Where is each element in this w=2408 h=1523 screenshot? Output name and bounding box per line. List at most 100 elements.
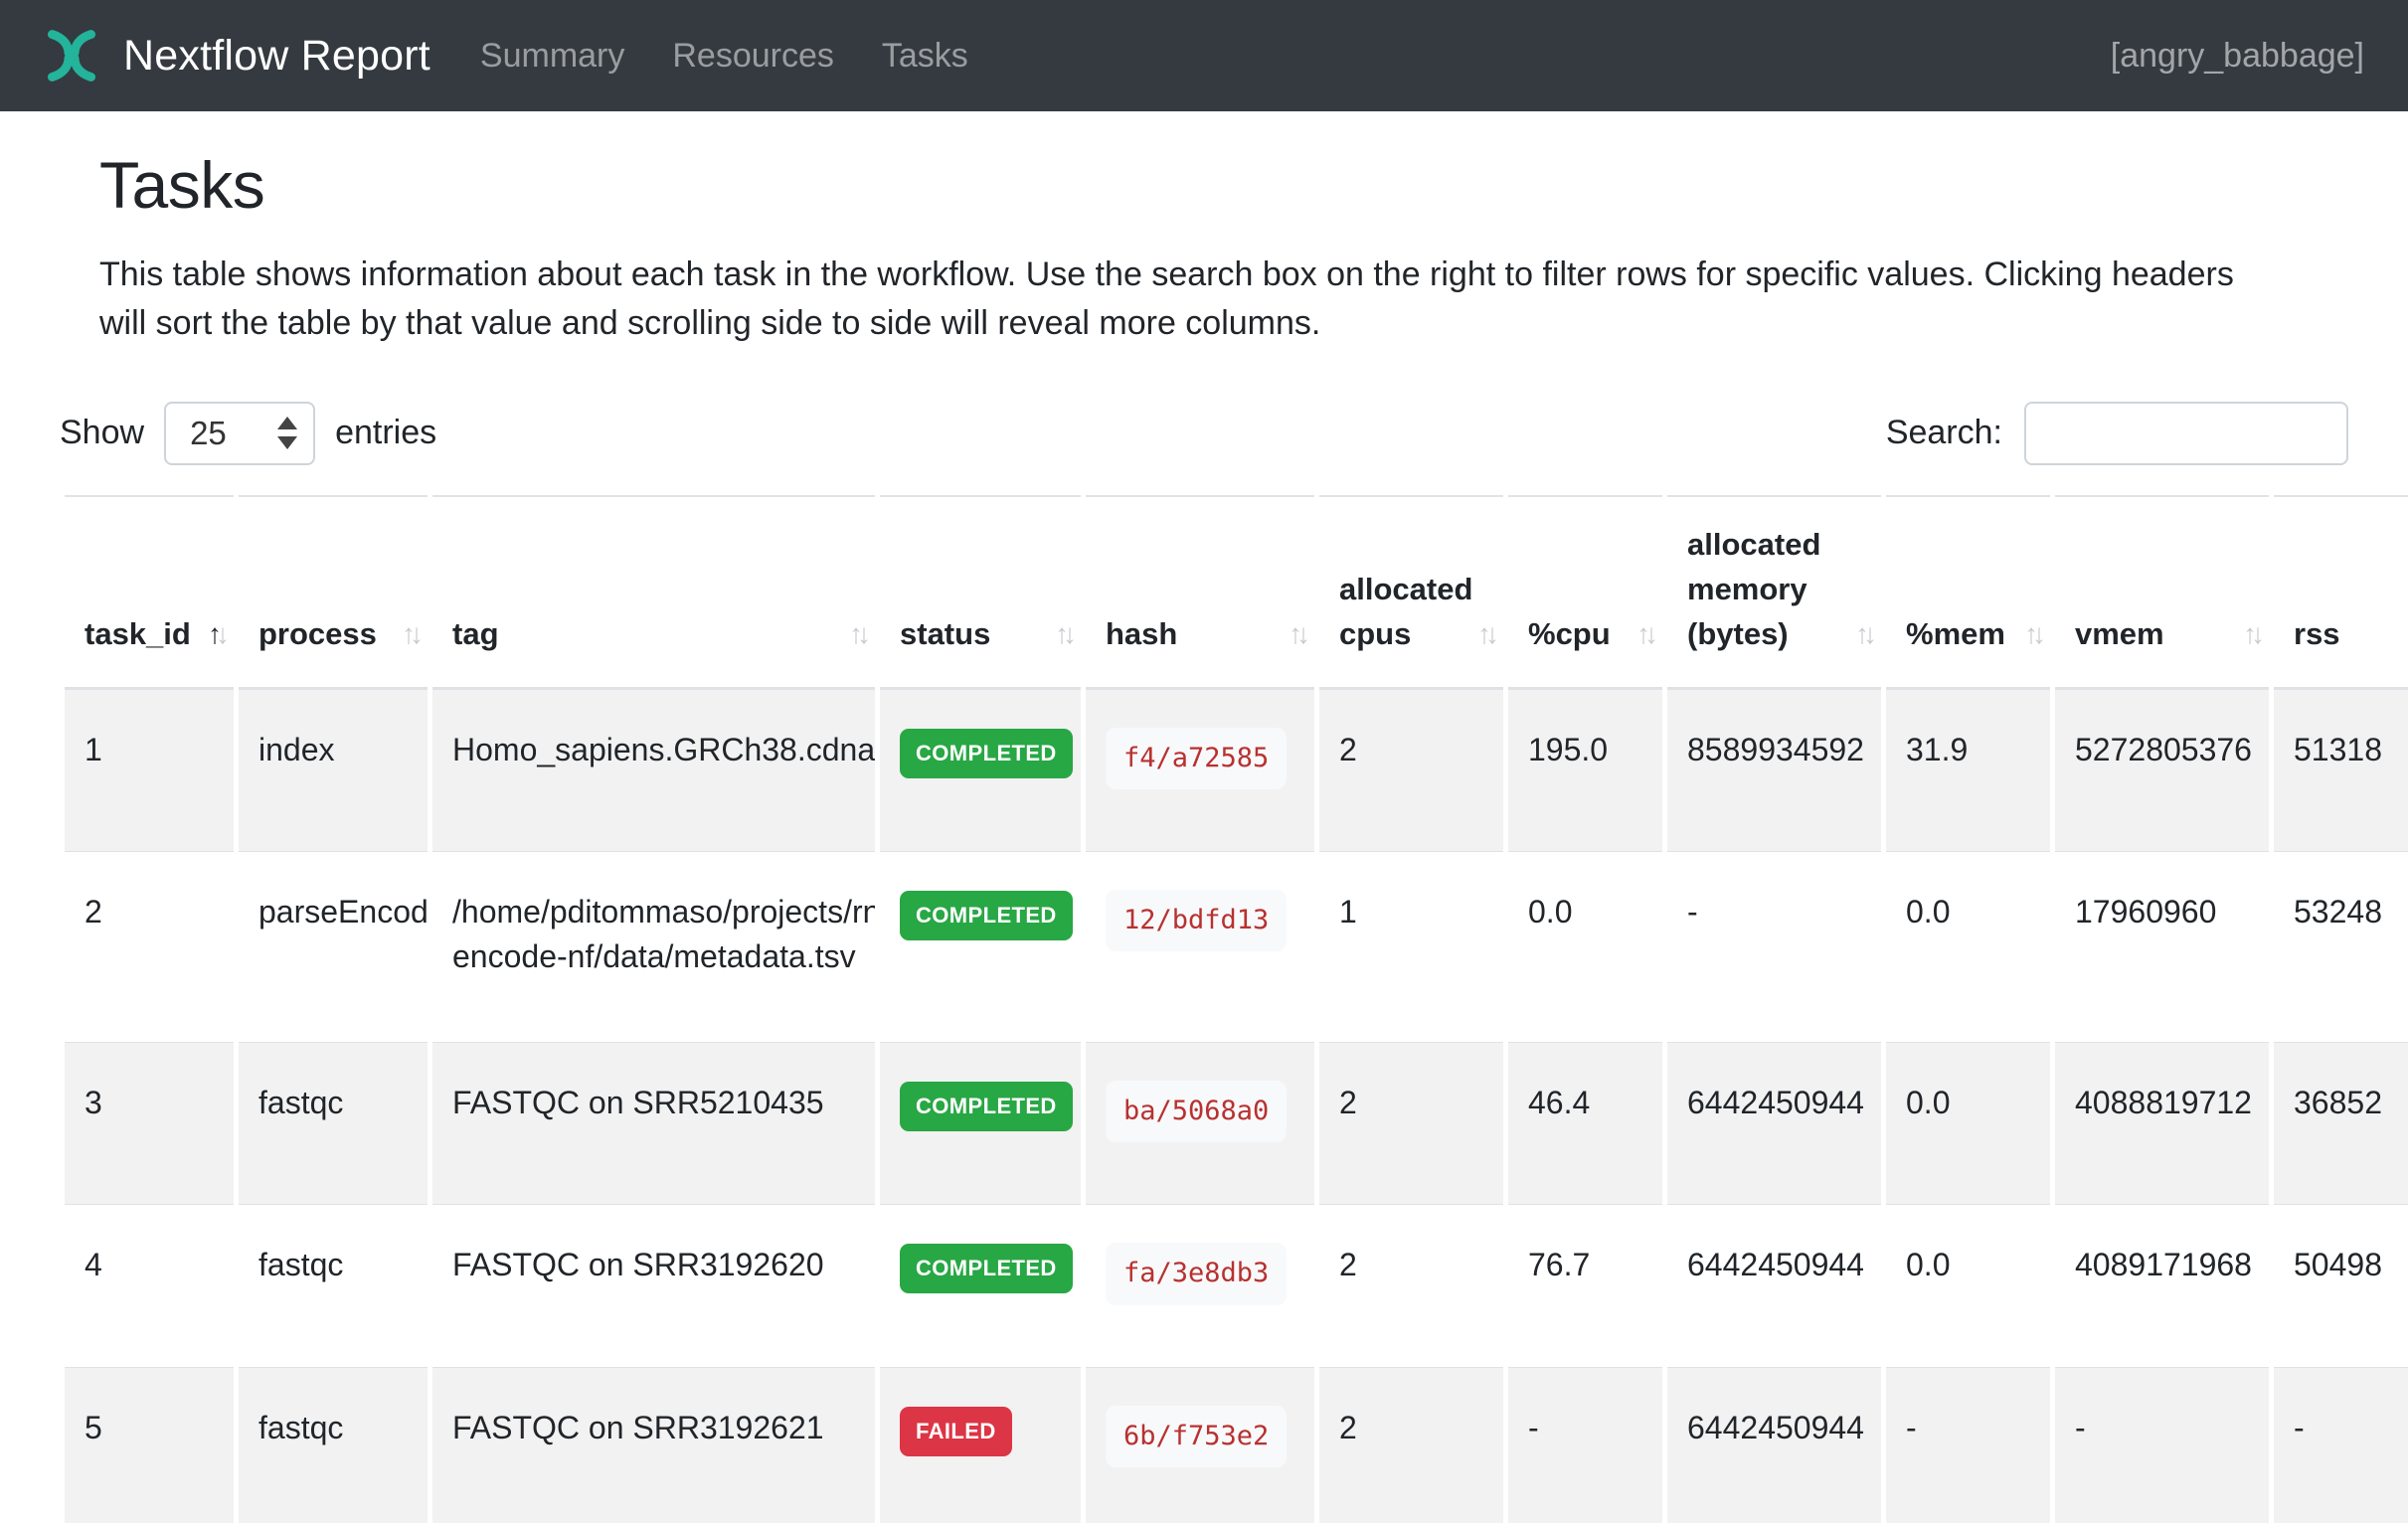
column-header-cpus[interactable]: allocated cpus↑↓: [1319, 495, 1503, 689]
cell-hash: fa/3e8db3: [1086, 1204, 1314, 1366]
nav-links: Summary Resources Tasks: [480, 37, 968, 76]
select-spinner-icon: [277, 417, 297, 449]
cell-process: index: [239, 689, 428, 851]
cell-vmem: 4088819712: [2055, 1042, 2269, 1204]
cell-pcpu: 76.7: [1508, 1204, 1662, 1366]
column-header-status[interactable]: status↑↓: [880, 495, 1081, 689]
cell-rss: 50498: [2274, 1204, 2408, 1366]
sort-arrows-icon: ↑↓: [208, 614, 224, 655]
table-row: 4fastqcFASTQC on SRR3192620 COMPLETED fa/3…: [65, 1204, 2408, 1366]
column-header-rss[interactable]: rss↑↓: [2274, 495, 2408, 689]
cell-pmem: 0.0: [1886, 1042, 2050, 1204]
cell-rss: 53248: [2274, 851, 2408, 1042]
status-badge: COMPLETED: [900, 891, 1073, 940]
cell-pmem: 0.0: [1886, 1204, 2050, 1366]
entries-label: entries: [335, 414, 436, 452]
status-badge: COMPLETED: [900, 729, 1073, 778]
cell-status: COMPLETED: [880, 851, 1081, 1042]
cell-pmem: 31.9: [1886, 689, 2050, 851]
cell-status: COMPLETED: [880, 1042, 1081, 1204]
column-header-tag[interactable]: tag↑↓: [432, 495, 875, 689]
sort-arrows-icon: ↑↓: [1055, 614, 1071, 655]
cell-cpus: 1: [1319, 851, 1503, 1042]
column-header-task_id[interactable]: task_id↑↓: [65, 495, 234, 689]
nav-link-summary[interactable]: Summary: [480, 37, 624, 76]
page-title: Tasks: [99, 147, 2348, 223]
cell-pmem: -: [1886, 1367, 2050, 1523]
brand-title: Nextflow Report: [123, 32, 430, 81]
sort-arrows-icon: ↑↓: [2243, 614, 2259, 655]
cell-rss: -: [2274, 1367, 2408, 1523]
cell-hash: 6b/f753e2: [1086, 1367, 1314, 1523]
column-header-pcpu[interactable]: %cpu ↑↓: [1508, 495, 1662, 689]
tasks-table: task_id↑↓process↑↓tag↑↓status↑↓hash↑↓all…: [60, 495, 2408, 1523]
cell-status: COMPLETED: [880, 1204, 1081, 1366]
cell-pcpu: 195.0: [1508, 689, 1662, 851]
page-length-control: Show 25 entries: [60, 402, 436, 465]
search-input[interactable]: [2024, 402, 2348, 465]
column-header-mem[interactable]: allocated memory (bytes)↑↓: [1667, 495, 1881, 689]
cell-process: fastqc: [239, 1367, 428, 1523]
table-row: 2parseEncode/home/pditommaso/projects/rn…: [65, 851, 2408, 1042]
cell-mem: 6442450944: [1667, 1042, 1881, 1204]
column-label: process: [258, 616, 377, 651]
table-row: 5fastqcFASTQC on SRR3192621FAILED6b/f753…: [65, 1367, 2408, 1523]
cell-rss: 51318: [2274, 689, 2408, 851]
hash-code: f4/a72585: [1106, 728, 1287, 789]
page-length-select[interactable]: 25: [164, 402, 315, 465]
cell-cpus: 2: [1319, 689, 1503, 851]
tasks-table-wrapper[interactable]: task_id↑↓process↑↓tag↑↓status↑↓hash↑↓all…: [60, 495, 2408, 1523]
cell-task_id: 2: [65, 851, 234, 1042]
nextflow-logo-icon: [44, 27, 99, 85]
cell-status: COMPLETED: [880, 689, 1081, 851]
sort-arrows-icon: ↑↓: [2024, 614, 2040, 655]
sort-arrows-icon: ↑↓: [1477, 614, 1493, 655]
table-row: 1indexHomo_sapiens.GRCh38.cdna.all.fa.gz…: [65, 689, 2408, 851]
cell-hash: ba/5068a0: [1086, 1042, 1314, 1204]
cell-tag: FASTQC on SRR5210435: [432, 1042, 875, 1204]
search-control: Search:: [1886, 402, 2348, 465]
show-label: Show: [60, 414, 144, 452]
hash-code: 12/bdfd13: [1106, 890, 1287, 951]
search-label: Search:: [1886, 414, 2002, 452]
cell-task_id: 3: [65, 1042, 234, 1204]
cell-tag: /home/pditommaso/projects/rnaseq-encode-…: [432, 851, 875, 1042]
cell-hash: f4/a72585: [1086, 689, 1314, 851]
table-header-row: task_id↑↓process↑↓tag↑↓status↑↓hash↑↓all…: [65, 495, 2408, 689]
cell-pcpu: 0.0: [1508, 851, 1662, 1042]
column-header-hash[interactable]: hash ↑↓: [1086, 495, 1314, 689]
brand[interactable]: Nextflow Report: [44, 27, 430, 85]
sort-arrows-icon: ↑↓: [1636, 614, 1652, 655]
nav-link-resources[interactable]: Resources: [672, 37, 834, 76]
cell-tag: FASTQC on SRR3192621: [432, 1367, 875, 1523]
cell-task_id: 4: [65, 1204, 234, 1366]
hash-code: ba/5068a0: [1106, 1081, 1287, 1142]
status-badge: COMPLETED: [900, 1244, 1073, 1293]
navbar: Nextflow Report Summary Resources Tasks …: [0, 0, 2408, 111]
status-badge: FAILED: [900, 1407, 1012, 1456]
page-length-value: 25: [190, 415, 227, 452]
cell-vmem: 4089171968: [2055, 1204, 2269, 1366]
cell-process: fastqc: [239, 1204, 428, 1366]
column-header-pmem[interactable]: %mem↑↓: [1886, 495, 2050, 689]
sort-arrows-icon: ↑↓: [849, 614, 865, 655]
nav-link-tasks[interactable]: Tasks: [882, 37, 968, 76]
column-header-vmem[interactable]: vmem↑↓: [2055, 495, 2269, 689]
cell-mem: 6442450944: [1667, 1204, 1881, 1366]
column-label: %cpu: [1528, 616, 1611, 651]
cell-mem: 6442450944: [1667, 1367, 1881, 1523]
table-controls: Show 25 entries Search:: [60, 402, 2348, 465]
sort-arrows-icon: ↑↓: [1855, 614, 1871, 655]
cell-process: parseEncode: [239, 851, 428, 1042]
column-label: allocated cpus: [1339, 572, 1472, 651]
page-description: This table shows information about each …: [99, 251, 2277, 348]
cell-vmem: 5272805376: [2055, 689, 2269, 851]
main-content: Tasks This table shows information about…: [0, 147, 2408, 1523]
column-header-process[interactable]: process↑↓: [239, 495, 428, 689]
column-label: hash: [1106, 616, 1177, 651]
column-label: rss: [2294, 616, 2340, 651]
cell-tag: FASTQC on SRR3192620: [432, 1204, 875, 1366]
cell-status: FAILED: [880, 1367, 1081, 1523]
sort-arrows-icon: ↑↓: [1289, 614, 1304, 655]
cell-mem: -: [1667, 851, 1881, 1042]
